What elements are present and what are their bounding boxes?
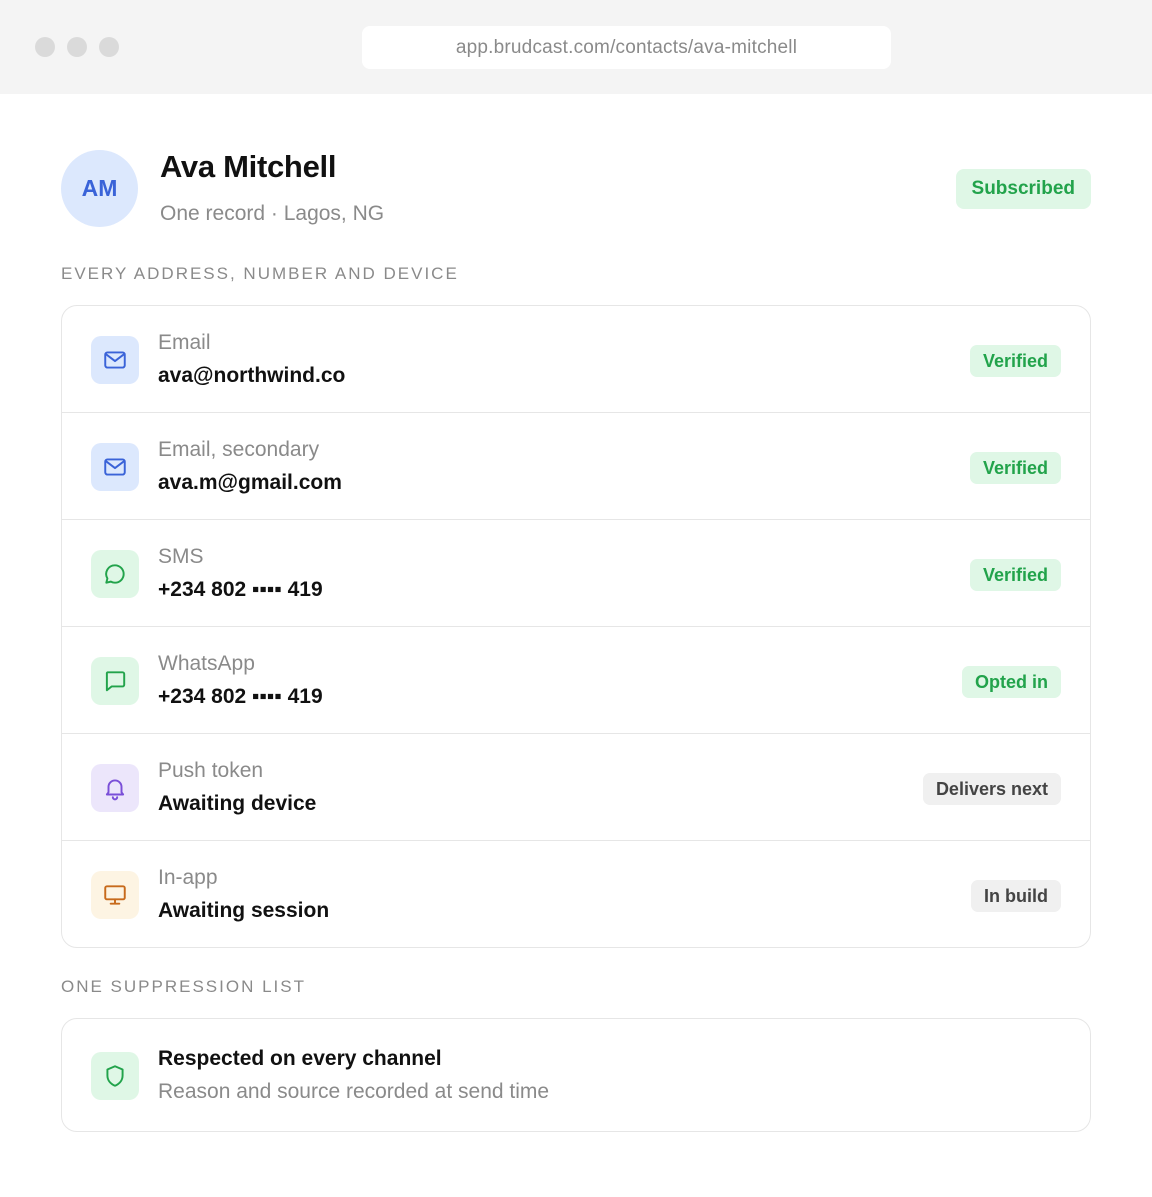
suppression-description: Reason and source recorded at send time <box>158 1080 550 1103</box>
monitor-icon <box>91 871 139 919</box>
shield-icon <box>91 1052 139 1100</box>
message-circle-icon <box>91 550 139 598</box>
channel-value: ava@northwind.co <box>158 364 346 387</box>
window-maximize-dot[interactable] <box>99 37 119 57</box>
channel-value: ava.m@gmail.com <box>158 471 342 494</box>
channel-label: WhatsApp <box>158 652 255 675</box>
channel-label: In-app <box>158 866 218 889</box>
channel-label: Email <box>158 331 211 354</box>
channel-value: +234 802 ▪▪▪▪ 419 <box>158 578 323 601</box>
channels-section-label: EVERY ADDRESS, NUMBER AND DEVICE <box>61 264 459 283</box>
mail-icon <box>91 336 139 384</box>
message-square-icon <box>91 657 139 705</box>
channel-label: Email, secondary <box>158 438 320 461</box>
window-close-dot[interactable] <box>35 37 55 57</box>
channel-status-badge: Verified <box>969 345 1061 377</box>
avatar: AM <box>61 150 138 227</box>
channel-status-badge: Delivers next <box>922 773 1061 805</box>
channel-label: SMS <box>158 545 204 568</box>
bell-icon <box>91 764 139 812</box>
channels-card: Email ava@northwind.co Verified Email, s… <box>61 305 1091 948</box>
mail-icon <box>91 443 139 491</box>
contact-subline: One record · Lagos, NG <box>160 202 385 225</box>
channel-status-badge: Opted in <box>962 666 1061 698</box>
suppression-title: Respected on every channel <box>158 1047 442 1070</box>
channel-value: Awaiting device <box>158 792 317 815</box>
channel-status-badge: Verified <box>969 559 1061 591</box>
suppression-section-label: ONE SUPPRESSION LIST <box>61 977 306 996</box>
contact-name: Ava Mitchell <box>160 149 337 184</box>
channel-label: Push token <box>158 759 264 782</box>
suppression-card[interactable]: Respected on every channel Reason and so… <box>61 1018 1091 1132</box>
channel-row-push-token[interactable]: Push token Awaiting device Delivers next <box>62 734 1090 841</box>
address-bar[interactable]: app.brudcast.com/contacts/ava-mitchell <box>362 26 891 69</box>
channel-value: Awaiting session <box>158 899 330 922</box>
channel-row-email-secondary[interactable]: Email, secondary ava.m@gmail.com Verifie… <box>62 413 1090 520</box>
channel-row-in-app[interactable]: In-app Awaiting session In build <box>62 841 1090 947</box>
channel-row-email[interactable]: Email ava@northwind.co Verified <box>62 306 1090 413</box>
subscription-status-badge: Subscribed <box>955 169 1091 209</box>
channel-status-badge: Verified <box>969 452 1061 484</box>
channel-row-sms[interactable]: SMS +234 802 ▪▪▪▪ 419 Verified <box>62 520 1090 627</box>
channel-value: +234 802 ▪▪▪▪ 419 <box>158 685 323 708</box>
channel-status-badge: In build <box>971 880 1061 912</box>
window-minimize-dot[interactable] <box>67 37 87 57</box>
browser-toolbar: app.brudcast.com/contacts/ava-mitchell <box>0 0 1152 94</box>
channel-row-whatsapp[interactable]: WhatsApp +234 802 ▪▪▪▪ 419 Opted in <box>62 627 1090 734</box>
